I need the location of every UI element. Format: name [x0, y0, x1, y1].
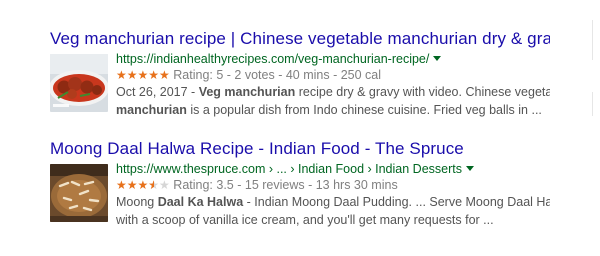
- dropdown-caret-icon[interactable]: [465, 166, 474, 171]
- result-url-text[interactable]: https://www.thespruce.com › ... › Indian…: [116, 162, 462, 176]
- result-snippet-line: Oct 26, 2017 - Veg manchurian recipe dry…: [116, 85, 550, 99]
- search-result: Veg manchurian recipe | Chinese vegetabl…: [50, 28, 550, 119]
- result-body: https://www.thespruce.com › ... › Indian…: [50, 161, 550, 229]
- result-url[interactable]: https://www.thespruce.com › ... › Indian…: [116, 161, 550, 177]
- rating-stars-icon: ★★★★★★: [116, 178, 170, 192]
- veg-manchurian-photo-icon: [50, 54, 108, 112]
- rating-text: Rating: 5 - 2 votes - 40 mins - 250 cal: [173, 68, 382, 82]
- rating-text: Rating: 3.5 - 15 reviews - 13 hrs 30 min…: [173, 178, 398, 192]
- result-url[interactable]: https://indianhealthyrecipes.com/veg-man…: [116, 51, 550, 67]
- result-rating: ★★★★★ Rating: 5 - 2 votes - 40 mins - 25…: [116, 67, 550, 84]
- result-title-link[interactable]: Veg manchurian recipe | Chinese vegetabl…: [50, 28, 550, 50]
- moong-daal-halwa-photo-icon: [50, 164, 108, 222]
- result-snippet-line: Moong Daal Ka Halwa - Indian Moong Daal …: [116, 195, 550, 209]
- result-title-link[interactable]: Moong Daal Halwa Recipe - Indian Food - …: [50, 138, 550, 160]
- result-thumbnail[interactable]: [50, 54, 108, 112]
- result-thumbnail[interactable]: [50, 164, 108, 222]
- result-body: https://indianhealthyrecipes.com/veg-man…: [50, 51, 550, 119]
- right-panel-edge: [592, 92, 593, 116]
- result-snippet-line: with a scoop of vanilla ice cream, and y…: [116, 212, 494, 227]
- right-panel-edge: [592, 20, 593, 60]
- result-snippet-line: manchurian is a popular dish from Indo c…: [116, 102, 542, 117]
- search-result: Moong Daal Halwa Recipe - Indian Food - …: [50, 138, 550, 229]
- result-url-text[interactable]: https://indianhealthyrecipes.com/veg-man…: [116, 52, 429, 66]
- rating-stars-icon: ★★★★★: [116, 68, 170, 82]
- dropdown-caret-icon[interactable]: [433, 56, 442, 61]
- result-rating: ★★★★★★ Rating: 3.5 - 15 reviews - 13 hrs…: [116, 177, 550, 194]
